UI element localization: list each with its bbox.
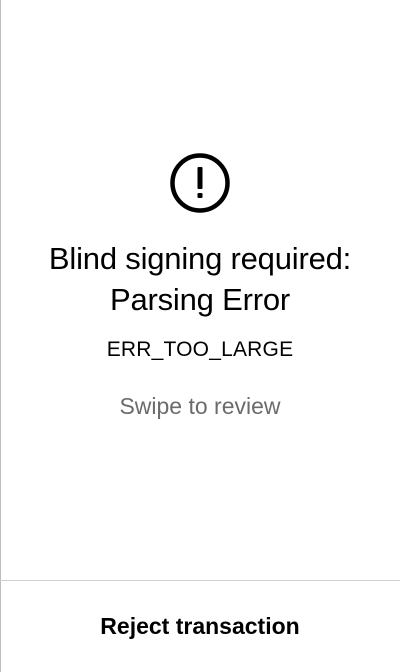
page-title: Blind signing required: Parsing Error [0, 238, 400, 320]
review-screen[interactable]: Blind signing required: Parsing Error ER… [0, 0, 400, 580]
swipe-hint: Swipe to review [119, 393, 281, 419]
title-line-2: Parsing Error [109, 282, 290, 317]
reject-transaction-button[interactable]: Reject transaction [0, 581, 400, 672]
footer-bar: Reject transaction [0, 580, 400, 672]
error-code: ERR_TOO_LARGE [106, 338, 294, 361]
warning-circle-icon [170, 153, 230, 213]
title-line-1: Blind signing required: [48, 241, 352, 276]
